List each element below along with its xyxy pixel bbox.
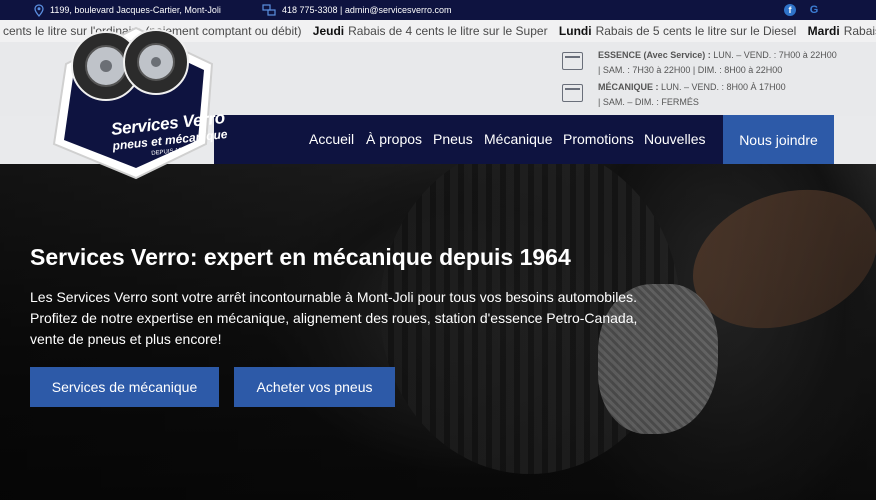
google-icon[interactable]: G [808,4,820,16]
hours-mecanique: MÉCANIQUE : LUN. – VEND. : 8H00 À 17H00 … [562,80,786,110]
contact-item[interactable]: 418 775-3308 | admin@servicesverro.com [262,0,452,20]
nav-promotions[interactable]: Promotions [563,131,634,147]
ticker-day: Lundi [558,24,592,38]
hours-line: | SAM. – DIM. : FERMÉS [598,97,699,107]
hero-text: Les Services Verro sont votre arrêt inco… [30,289,638,347]
nav-a-propos[interactable]: À propos [366,131,422,147]
ticker-text: Rabais de 4 cents le litre sur le Super [348,24,548,38]
logo-badge-icon [52,26,214,180]
calendar-icon [562,84,583,102]
contact-text[interactable]: 418 775-3308 | admin@servicesverro.com [282,5,452,15]
address-item: 1199, boulevard Jacques-Cartier, Mont-Jo… [34,0,221,20]
main-nav: Accueil À propos Pneus Mécanique Promoti… [214,115,724,164]
nav-nouvelles[interactable]: Nouvelles [644,131,705,147]
hero-title: Services Verro: expert en mécanique depu… [30,244,571,270]
hero-section: Services Verro: expert en mécanique depu… [0,164,876,500]
contact-us-button[interactable]: Nous joindre [723,115,834,164]
chat-icon [262,3,276,16]
hours-essence: ESSENCE (Avec Service) : LUN. – VEND. : … [562,48,837,78]
location-pin-icon [34,3,44,17]
site-logo[interactable]: Services Verro pneus et mécanique DEPUIS… [36,22,228,180]
facebook-icon[interactable]: f [784,4,796,16]
hours-line: LUN. – VEND. : 8H00 À 17H00 [661,82,786,92]
ticker-text: Rabais de 5 cents le litre sur le Diesel [595,24,797,38]
hours-label: ESSENCE (Avec Service) : [598,50,711,60]
hours-label: MÉCANIQUE : [598,82,659,92]
ticker-text: Rabais de [843,24,876,38]
hours-line: | SAM. : 7H30 à 22H00 | DIM. : 8H00 à 22… [598,65,783,75]
buy-tires-button[interactable]: Acheter vos pneus [234,367,395,407]
hours-line: LUN. – VEND. : 7H00 à 22H00 [713,50,837,60]
calendar-icon [562,52,583,70]
nav-pneus[interactable]: Pneus [433,131,473,147]
mechanic-services-button[interactable]: Services de mécanique [30,367,219,407]
ticker-day: Jeudi [312,24,345,38]
address-text: 1199, boulevard Jacques-Cartier, Mont-Jo… [50,5,221,15]
nav-mecanique[interactable]: Mécanique [484,131,553,147]
ticker-day: Mardi [807,24,840,38]
top-bar: 1199, boulevard Jacques-Cartier, Mont-Jo… [0,0,876,20]
nav-accueil[interactable]: Accueil [309,131,354,147]
